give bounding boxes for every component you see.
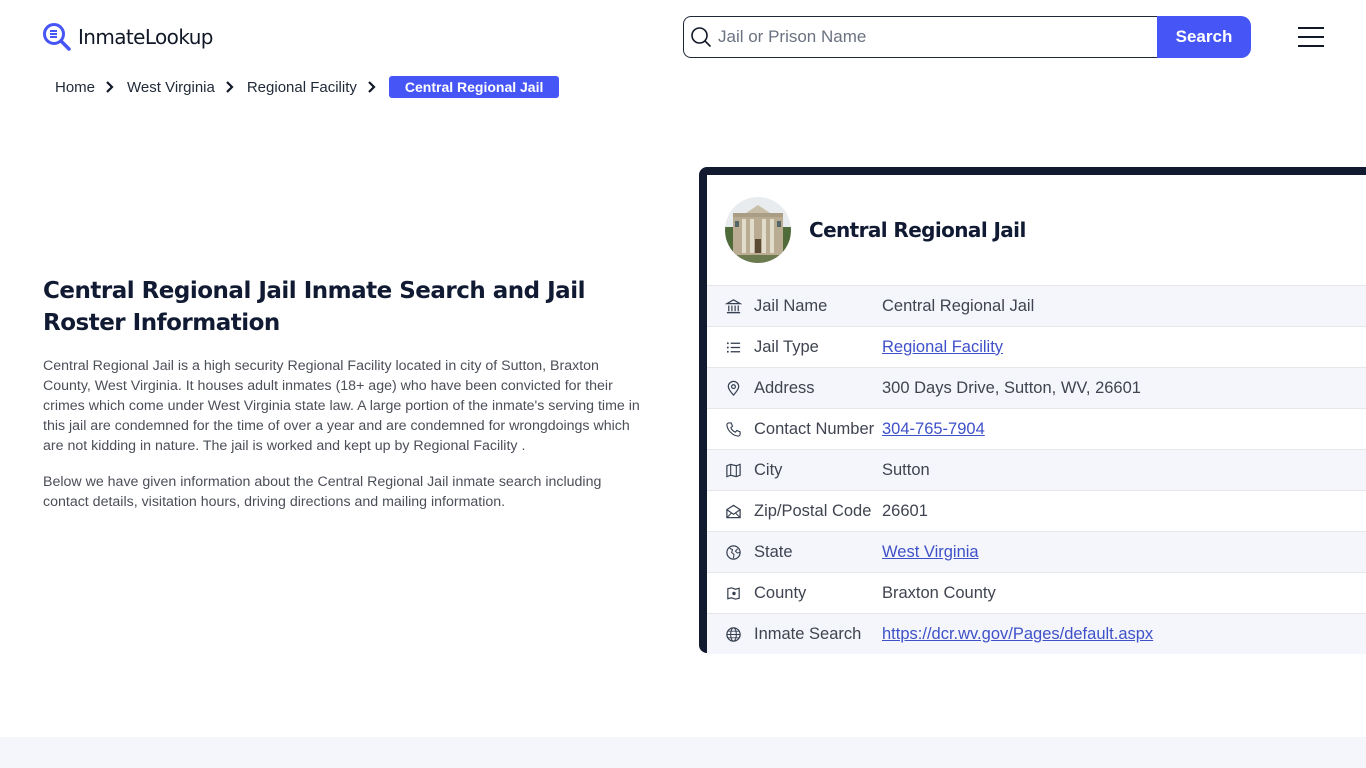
row-label: Zip/Postal Code xyxy=(754,501,872,520)
info-row-county: County Braxton County xyxy=(707,572,1366,613)
breadcrumb-home[interactable]: Home xyxy=(55,79,95,96)
row-value: 300 Days Drive, Sutton, WV, 26601 xyxy=(882,378,1141,397)
info-row-inmate-search: Inmate Search https://dcr.wv.gov/Pages/d… xyxy=(707,613,1366,654)
info-row-jail-type: Jail Type Regional Facility xyxy=(707,326,1366,367)
intro-section: Central Regional Jail Inmate Search and … xyxy=(43,275,643,512)
list-icon xyxy=(724,338,742,356)
phone-icon xyxy=(724,420,742,438)
building-columns-icon xyxy=(724,297,742,315)
menu-bar xyxy=(1298,36,1324,38)
search-form: Search xyxy=(683,16,1251,58)
map-pin-icon xyxy=(724,379,742,397)
footer-band xyxy=(0,737,1366,768)
row-label: State xyxy=(754,542,793,561)
breadcrumb-current: Central Regional Jail xyxy=(388,76,560,98)
row-value: Sutton xyxy=(882,460,930,479)
search-icon xyxy=(691,27,711,47)
hamburger-menu-icon[interactable] xyxy=(1298,27,1324,47)
search-button[interactable]: Search xyxy=(1157,16,1251,58)
row-value: Braxton County xyxy=(882,583,996,602)
search-input[interactable] xyxy=(718,27,1138,47)
chevron-right-icon xyxy=(368,81,376,93)
info-table: Jail Name Central Regional Jail Jail Typ… xyxy=(707,285,1366,654)
mail-open-icon xyxy=(724,502,742,520)
menu-bar xyxy=(1298,45,1324,47)
breadcrumb-facility-type[interactable]: Regional Facility xyxy=(247,79,357,96)
info-row-address: Address 300 Days Drive, Sutton, WV, 2660… xyxy=(707,367,1366,408)
row-label: Inmate Search xyxy=(754,624,862,643)
info-row-zip: Zip/Postal Code 26601 xyxy=(707,490,1366,531)
logo-link[interactable]: InmateLookup xyxy=(42,22,213,52)
row-label: Jail Name xyxy=(754,296,828,315)
site-header: InmateLookup Search xyxy=(0,0,1366,70)
card-header: Central Regional Jail xyxy=(707,175,1366,285)
row-label: City xyxy=(754,460,783,479)
building-photo-icon xyxy=(725,197,791,263)
card-title: Central Regional Jail xyxy=(809,218,1026,242)
logo-text: InmateLookup xyxy=(78,25,213,49)
phone-link[interactable]: 304-765-7904 xyxy=(882,420,985,439)
magnifier-logo-icon xyxy=(43,23,71,51)
breadcrumb: Home West Virginia Regional Facility Cen… xyxy=(55,76,560,98)
row-label: Address xyxy=(754,378,815,397)
breadcrumb-state[interactable]: West Virginia xyxy=(127,79,215,96)
globe-icon xyxy=(724,625,742,643)
row-label: Contact Number xyxy=(754,419,875,438)
info-row-city: City Sutton xyxy=(707,449,1366,490)
inmate-search-link[interactable]: https://dcr.wv.gov/Pages/default.aspx xyxy=(882,625,1153,644)
chevron-right-icon xyxy=(226,81,234,93)
globe-region-icon xyxy=(724,543,742,561)
jail-type-link[interactable]: Regional Facility xyxy=(882,338,1003,357)
info-row-jail-name: Jail Name Central Regional Jail xyxy=(707,285,1366,326)
chevron-right-icon xyxy=(106,81,114,93)
intro-paragraph: Below we have given information about th… xyxy=(43,474,602,510)
info-row-state: State West Virginia xyxy=(707,531,1366,572)
intro-paragraph: Central Regional Jail is a high security… xyxy=(43,358,640,454)
jail-info-card: Central Regional Jail Jail Name Central … xyxy=(699,167,1366,654)
page-title: Central Regional Jail Inmate Search and … xyxy=(43,278,585,336)
search-field[interactable] xyxy=(683,16,1157,58)
row-label: Jail Type xyxy=(754,337,819,356)
info-row-contact-number: Contact Number 304-765-7904 xyxy=(707,408,1366,449)
state-link[interactable]: West Virginia xyxy=(882,543,979,562)
menu-bar xyxy=(1298,27,1324,29)
row-value: 26601 xyxy=(882,501,928,520)
row-value: Central Regional Jail xyxy=(882,296,1035,315)
row-label: County xyxy=(754,583,807,602)
jail-photo xyxy=(725,197,791,263)
county-map-icon xyxy=(724,584,742,602)
map-icon xyxy=(724,461,742,479)
